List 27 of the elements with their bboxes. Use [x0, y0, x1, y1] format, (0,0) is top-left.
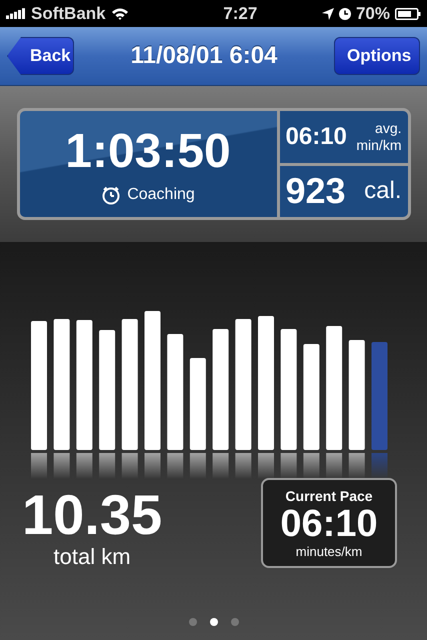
avg-pace-value: 06:10 [286, 122, 347, 151]
calories-unit: cal. [364, 177, 402, 206]
back-button[interactable]: Back [7, 37, 74, 75]
current-pace-value: 06:10 [280, 504, 378, 544]
nav-title: 11/08/01 6:04 [130, 42, 278, 70]
battery-percent: 70% [356, 4, 390, 24]
carrier-name: SoftBank [31, 4, 106, 24]
page-dot[interactable] [230, 618, 238, 626]
pace-unit: min/km [356, 136, 402, 154]
duration-value: 1:03:50 [65, 124, 231, 178]
options-button[interactable]: Options [334, 37, 420, 75]
page-dot[interactable] [210, 618, 218, 626]
stopwatch-icon [101, 184, 122, 204]
status-time: 7:27 [223, 4, 258, 24]
signal-icon [6, 8, 26, 19]
clock-icon [338, 8, 351, 20]
wifi-icon [110, 7, 129, 20]
battery-icon [395, 8, 421, 20]
location-icon [322, 8, 334, 20]
calories-value: 923 [286, 170, 346, 212]
total-distance-value: 10.35 [22, 486, 162, 544]
coaching-label: Coaching [127, 186, 195, 204]
avg-label: avg. [375, 120, 402, 137]
total-distance-label: total km [54, 544, 131, 570]
current-pace-unit: minutes/km [296, 544, 362, 558]
page-dot[interactable] [188, 618, 196, 626]
current-pace-title: Current Pace [285, 488, 373, 504]
